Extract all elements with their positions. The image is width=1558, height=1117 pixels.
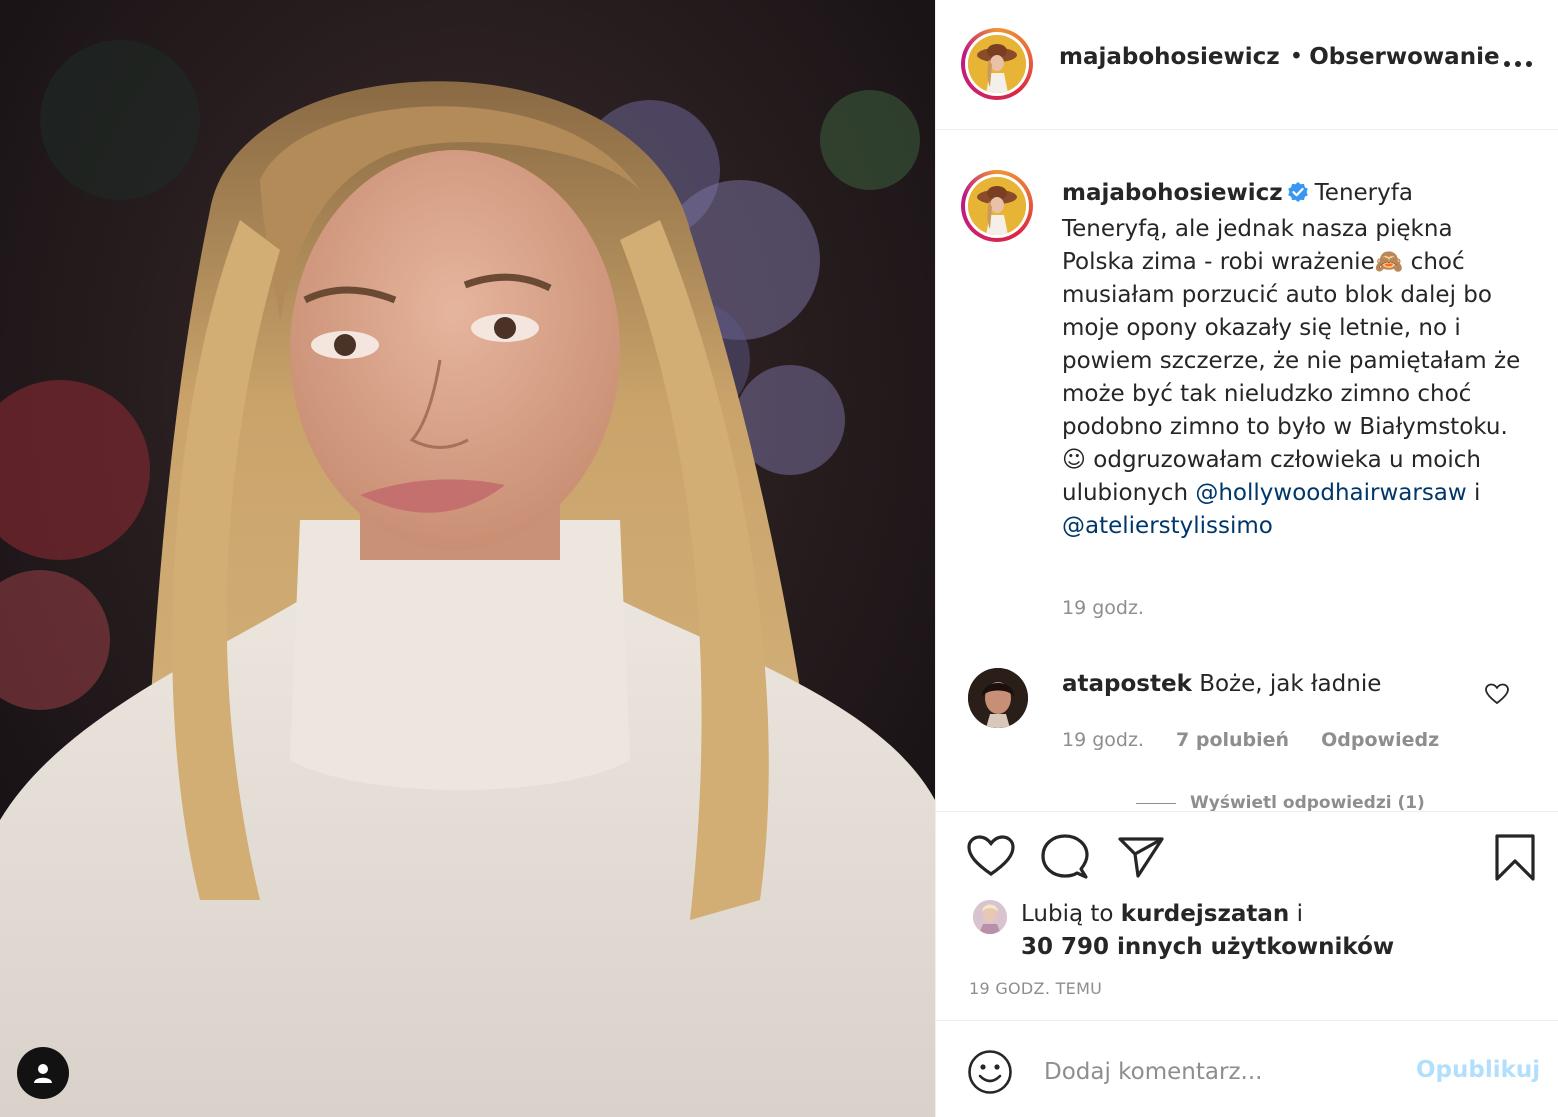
post-side-panel: majabohosiewicz • Obserwowanie majabohos… [935, 0, 1558, 1117]
comment-timestamp: 19 godz. [1062, 729, 1144, 751]
comment-body: Boże, jak ładnie [1199, 671, 1382, 697]
mention-link-atelierstylissimo[interactable]: @atelierstylissimo [1062, 513, 1273, 539]
caption-text-block: majabohosiewicz Teneryfa Teneryfą, ale je… [1062, 177, 1522, 543]
post-actions-bar [936, 812, 1558, 902]
share-button[interactable] [1117, 834, 1165, 882]
likes-prefix: Lubią to [1021, 901, 1114, 927]
smiley-face-icon [968, 1050, 1012, 1094]
user-icon [34, 1064, 52, 1083]
caption-username[interactable]: majabohosiewicz [1062, 180, 1283, 206]
bookmark-icon [1495, 834, 1535, 881]
commenter-avatar[interactable] [968, 668, 1028, 728]
author-username[interactable]: majabohosiewicz [1059, 44, 1280, 70]
likes-and: i [1296, 901, 1303, 927]
mention-link-hollywoodhairwarsaw[interactable]: @hollywoodhairwarsaw [1195, 480, 1466, 506]
author-avatar-image [968, 35, 1026, 93]
author-avatar[interactable] [961, 28, 1033, 100]
post-header: majabohosiewicz • Obserwowanie [936, 0, 1558, 130]
caption-author-avatar[interactable] [961, 170, 1033, 242]
emoji-picker-button[interactable] [967, 1049, 1013, 1099]
commenter-username[interactable]: atapostek [1062, 671, 1192, 697]
add-comment-bar: Opublikuj [936, 1020, 1558, 1117]
post-photo[interactable] [0, 0, 935, 1117]
paper-plane-icon [1118, 837, 1164, 878]
follow-status-button[interactable]: Obserwowanie [1309, 44, 1499, 70]
save-button[interactable] [1494, 834, 1536, 886]
caption-body: Teneryfa Teneryfą, ale jednak nasza pięk… [1062, 180, 1521, 506]
caption-connector: i [1474, 480, 1481, 506]
caption-timestamp: 19 godz. [1062, 597, 1144, 619]
liker-avatar[interactable] [973, 900, 1007, 934]
liker-avatar-image [973, 900, 1007, 934]
view-replies-label: Wyświetl odpowiedzi (1) [1190, 793, 1425, 812]
like-button[interactable] [967, 834, 1015, 882]
tagged-users-button[interactable] [17, 1047, 69, 1099]
comment-meta: 19 godz. 7 polubień Odpowiedz [1062, 729, 1465, 751]
comment-like-button[interactable] [1485, 683, 1509, 709]
commenter-avatar-image [968, 668, 1028, 728]
heart-outline-icon [1485, 683, 1509, 705]
comment-likes-count[interactable]: 7 polubień [1176, 729, 1289, 751]
verified-badge-icon [1287, 180, 1309, 213]
speech-bubble-icon [1041, 834, 1089, 879]
heart-outline-icon [967, 835, 1015, 876]
comment-line: atapostek Boże, jak ładnie [1062, 671, 1381, 697]
comments-scroll-area[interactable]: majabohosiewicz Teneryfa Teneryfą, ale je… [936, 131, 1558, 812]
likes-others-link[interactable]: 30 790 innych użytkowników [1021, 934, 1394, 960]
comment-button[interactable] [1041, 834, 1089, 884]
comment-reply-button[interactable]: Odpowiedz [1321, 729, 1439, 751]
replies-divider-line [1136, 802, 1176, 804]
comment-input[interactable] [1042, 1051, 1376, 1093]
post-image [0, 0, 935, 1117]
view-replies-button[interactable]: Wyświetl odpowiedzi (1) [1136, 793, 1425, 812]
more-horizontal-icon [1504, 61, 1532, 67]
post-time-ago[interactable]: 19 GODZ. TEMU [969, 979, 1102, 998]
publish-comment-button[interactable]: Opublikuj [1416, 1057, 1540, 1083]
likes-text: Lubią to kurdejszatan i 30 790 innych uż… [1021, 898, 1501, 964]
more-options-button[interactable] [1502, 53, 1534, 75]
likes-summary: Lubią to kurdejszatan i 30 790 innych uż… [936, 890, 1558, 970]
header-line: majabohosiewicz • Obserwowanie [1059, 44, 1500, 70]
likes-user-link[interactable]: kurdejszatan [1121, 901, 1289, 927]
caption-avatar-image [968, 177, 1026, 235]
header-separator: • [1289, 44, 1304, 70]
